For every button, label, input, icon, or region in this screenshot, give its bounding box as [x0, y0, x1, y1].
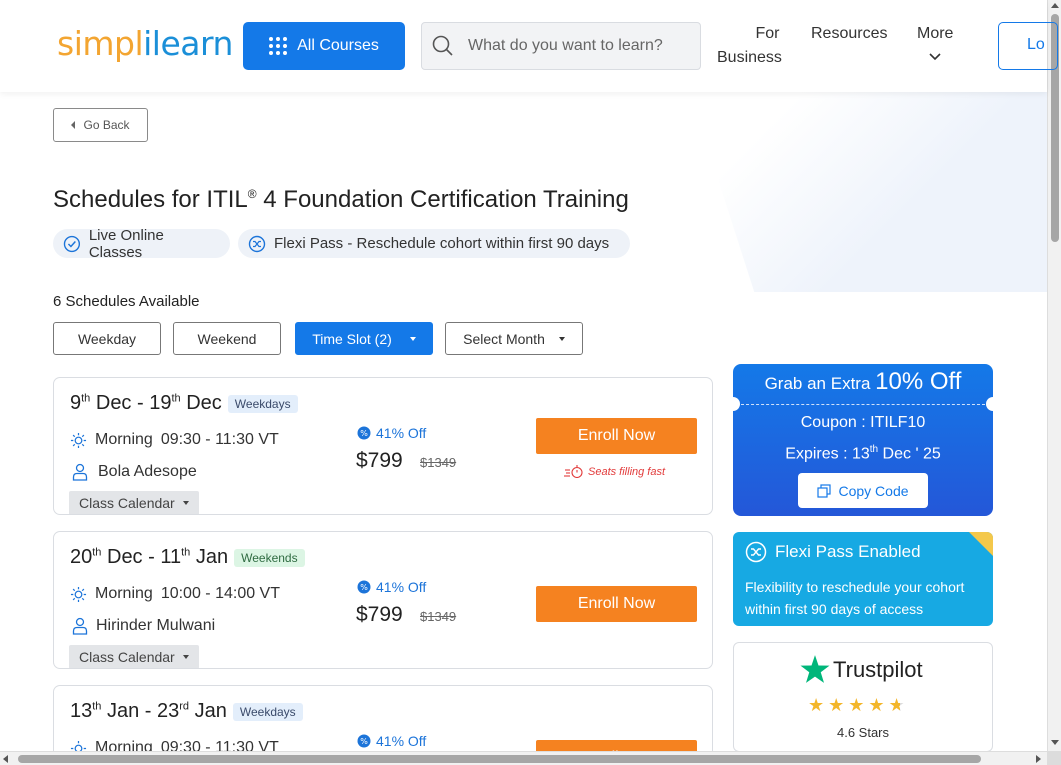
filter-time-slot[interactable]: Time Slot (2) [295, 322, 433, 355]
caret-left-icon [71, 121, 76, 129]
schedule-tag: Weekdays [232, 702, 303, 721]
coupon-divider [741, 404, 985, 405]
flexi-description: Flexibility to reschedule your cohort wi… [745, 579, 965, 617]
svg-text:%: % [360, 737, 368, 746]
go-back-button[interactable]: Go Back [53, 108, 148, 142]
caret-down-icon [182, 655, 189, 659]
login-button[interactable]: Lo [998, 22, 1058, 70]
scroll-down-arrow[interactable] [1051, 740, 1059, 745]
enroll-now-button[interactable]: Enroll Now [536, 586, 697, 622]
enroll-now-button[interactable]: Enroll Now [536, 418, 697, 454]
vertical-scrollbar[interactable] [1047, 0, 1061, 765]
original-price: $1349 [420, 455, 457, 470]
filter-select-month[interactable]: Select Month [445, 322, 583, 355]
stopwatch-icon [564, 465, 583, 478]
caret-down-icon [182, 501, 189, 505]
copy-code-button[interactable]: Copy Code [798, 473, 928, 508]
discount-icon: % [357, 734, 371, 748]
sun-icon [70, 432, 87, 448]
discount-badge: % 41% Off [357, 733, 426, 749]
schedule-time: Morning 09:30 - 11:30 VT [70, 431, 279, 449]
live-online-pill: Live Online Classes [53, 227, 230, 261]
trustpilot-card: Trustpilot ★★★★★ 4.6 Stars [733, 642, 993, 752]
discount-icon: % [357, 426, 371, 440]
svg-text:%: % [360, 429, 368, 438]
coupon-expiry: Expires : 13th Dec ' 25 [785, 444, 941, 463]
discount-icon: % [357, 580, 371, 594]
scroll-up-arrow[interactable] [1051, 3, 1059, 8]
coupon-notch [733, 397, 740, 411]
scroll-right-arrow[interactable] [1036, 755, 1041, 763]
original-price: $1349 [420, 609, 457, 624]
coupon-code: Coupon : ITILF10 [800, 414, 926, 431]
page-title: Schedules for ITIL® 4 Foundation Certifi… [53, 186, 629, 213]
seats-filling-notice: Seats filling fast [564, 465, 665, 478]
scroll-thumb[interactable] [18, 755, 981, 763]
flexi-pass-card: Flexi Pass Enabled Flexibility to resche… [733, 532, 993, 626]
trainer: Bola Adesope [72, 463, 197, 481]
background-decoration [690, 92, 1047, 292]
copy-icon [817, 483, 832, 498]
star-icon [800, 655, 830, 683]
flexi-pass-pill: Flexi Pass - Reschedule cohort within fi… [238, 229, 630, 258]
schedule-dates: 13th Jan - 23rd Jan Weekdays [70, 700, 303, 723]
schedule-dates: 20th Dec - 11th Jan Weekends [70, 546, 305, 569]
grid-icon [269, 37, 288, 55]
schedule-card: 9th Dec - 19th Dec Weekdays Morning 09:30… [53, 377, 713, 515]
rating-stars: ★★★★★ [808, 695, 909, 715]
search-box[interactable] [421, 22, 701, 70]
nav-for-business[interactable]: For Business [717, 22, 782, 70]
shuffle-icon [745, 541, 767, 563]
rating-text: 4.6 Stars [836, 725, 890, 740]
schedule-tag: Weekdays [227, 394, 298, 413]
price: $799 [356, 449, 403, 472]
sun-icon [70, 586, 87, 602]
all-courses-button[interactable]: All Courses [243, 22, 405, 70]
scrollbar-corner [1047, 751, 1061, 765]
class-calendar-toggle[interactable]: Class Calendar [69, 645, 199, 668]
class-calendar-toggle[interactable]: Class Calendar [69, 491, 199, 514]
coupon-card: Grab an Extra 10% Off Coupon : ITILF10 E… [733, 364, 993, 516]
discount-badge: % 41% Off [357, 579, 426, 595]
trainer: Hirinder Mulwani [72, 617, 215, 635]
check-circle-icon [63, 235, 81, 252]
nav-more[interactable]: More [917, 22, 953, 70]
nav-resources[interactable]: Resources [811, 22, 887, 46]
coupon-notch [986, 397, 993, 411]
filter-weekday[interactable]: Weekday [53, 322, 161, 355]
search-icon [432, 35, 453, 56]
price: $799 [356, 603, 403, 626]
shuffle-icon [248, 235, 266, 252]
schedule-time: Morning 10:00 - 14:00 VT [70, 585, 280, 603]
scroll-left-arrow[interactable] [3, 755, 8, 763]
svg-text:%: % [360, 583, 368, 592]
chevron-down-icon [929, 53, 941, 61]
horizontal-scrollbar[interactable] [0, 751, 1047, 765]
schedule-dates: 9th Dec - 19th Dec Weekdays [70, 392, 298, 415]
caret-down-icon [409, 336, 416, 341]
caret-down-icon [558, 336, 565, 341]
schedule-tag: Weekends [234, 548, 305, 567]
user-icon [72, 463, 88, 481]
user-icon [72, 617, 88, 635]
trustpilot-logo: Trustpilot [800, 655, 923, 684]
filter-weekend[interactable]: Weekend [173, 322, 281, 355]
discount-badge: % 41% Off [357, 425, 426, 441]
simplilearn-logo[interactable]: simplilearn [57, 24, 233, 63]
corner-ribbon [969, 532, 993, 556]
flexi-title: Flexi Pass Enabled [745, 541, 921, 563]
search-input[interactable] [468, 37, 678, 55]
site-header: simplilearn All Courses For Business Res… [0, 0, 1058, 92]
schedules-count: 6 Schedules Available [53, 293, 200, 310]
promo-headline: Grab an Extra 10% Off [764, 368, 962, 395]
schedule-card: 20th Dec - 11th Jan Weekends Morning 10:0… [53, 531, 713, 669]
